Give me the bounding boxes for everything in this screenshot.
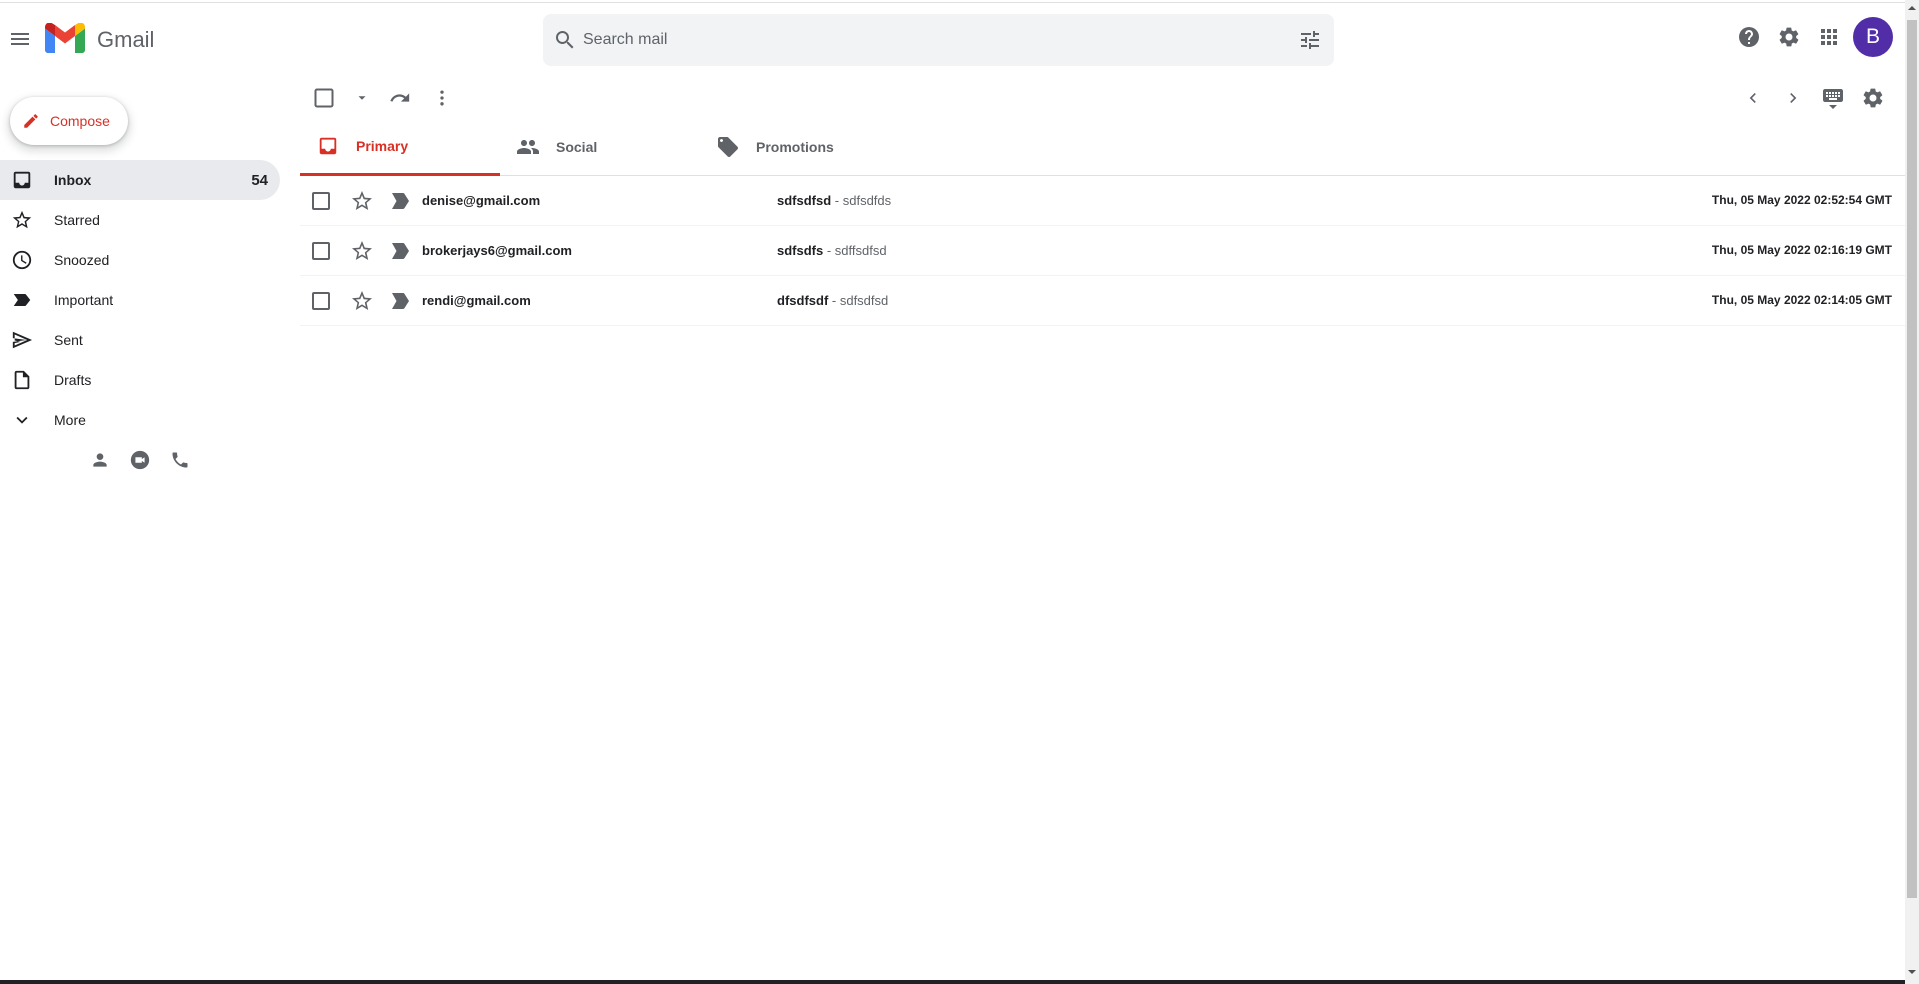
sidebar-item-label: Starred — [54, 212, 100, 228]
settings-gear-icon[interactable] — [1769, 17, 1809, 57]
sidebar-item-drafts[interactable]: Drafts — [0, 360, 280, 400]
email-message: sdfsdfsd - sdfsdfds — [777, 193, 891, 208]
gmail-logo-icon[interactable] — [45, 23, 85, 53]
email-row[interactable]: denise@gmail.com sdfsdfsd - sdfsdfds Thu… — [300, 176, 1905, 226]
email-subject: sdfsdfs — [777, 243, 824, 258]
more-vert-icon[interactable] — [430, 86, 454, 110]
star-icon[interactable] — [350, 289, 374, 313]
email-subject: sdfsdfsd — [777, 193, 832, 208]
label-important-icon — [10, 288, 34, 312]
email-date: Thu, 05 May 2022 02:14:05 GMT — [1711, 293, 1892, 307]
video-call-icon[interactable] — [128, 448, 152, 472]
select-all-checkbox[interactable] — [312, 86, 336, 110]
keyboard-icon[interactable] — [1821, 86, 1845, 110]
next-page-icon[interactable] — [1781, 86, 1805, 110]
row-checkbox[interactable] — [312, 242, 330, 260]
scroll-up-icon[interactable] — [1908, 4, 1916, 12]
email-snippet: sdfsdfds — [842, 193, 892, 208]
star-icon[interactable] — [350, 239, 374, 263]
person-icon[interactable] — [88, 448, 112, 472]
email-separator: - — [831, 193, 843, 208]
star-icon[interactable] — [350, 189, 374, 213]
email-message: dfsdfsdf - sdfsdfsd — [777, 293, 888, 308]
refresh-icon[interactable] — [388, 86, 412, 110]
sidebar-item-sent[interactable]: Sent — [0, 320, 280, 360]
top-bar: Gmail B — [0, 2, 1905, 74]
email-row[interactable]: brokerjays6@gmail.com sdfsdfs - sdffsdfs… — [300, 226, 1905, 276]
compose-button[interactable]: Compose — [10, 97, 128, 145]
hangouts-bar — [88, 448, 192, 472]
search-options-icon[interactable] — [1298, 28, 1322, 52]
tag-icon — [716, 135, 740, 159]
help-icon[interactable] — [1729, 17, 1769, 57]
important-marker-icon[interactable] — [391, 292, 411, 310]
tab-promotions[interactable]: Promotions — [700, 118, 900, 176]
phone-icon[interactable] — [168, 448, 192, 472]
search-icon[interactable] — [553, 28, 577, 52]
email-row[interactable]: rendi@gmail.com dfsdfsdf - sdfsdfsd Thu,… — [300, 276, 1905, 326]
tab-social[interactable]: Social — [500, 118, 700, 176]
sidebar-item-inbox[interactable]: Inbox 54 — [0, 160, 280, 200]
sidebar-item-starred[interactable]: Starred — [0, 200, 280, 240]
app-name: Gmail — [97, 27, 155, 52]
apps-grid-icon[interactable] — [1809, 17, 1849, 57]
email-list: denise@gmail.com sdfsdfsd - sdfsdfds Thu… — [300, 176, 1905, 326]
sidebar-item-label: More — [54, 412, 86, 428]
email-subject: dfsdfsdf — [777, 293, 829, 308]
send-icon — [10, 328, 34, 352]
page-scrollbar[interactable] — [1905, 0, 1919, 984]
prev-page-icon[interactable] — [1741, 86, 1765, 110]
sidebar-item-label: Sent — [54, 332, 83, 348]
sidebar-item-important[interactable]: Important — [0, 280, 280, 320]
email-message: sdfsdfs - sdffsdfsd — [777, 243, 887, 258]
tab-label: Promotions — [756, 139, 834, 155]
sidebar-item-label: Snoozed — [54, 252, 110, 268]
email-snippet: sdfsdfsd — [839, 293, 889, 308]
sidebar-item-label: Drafts — [54, 372, 92, 388]
row-checkbox[interactable] — [312, 292, 330, 310]
chevron-down-icon — [10, 408, 34, 432]
search-bar — [543, 14, 1334, 66]
sidebar-nav: Inbox 54 Starred Snoozed Important Sent … — [0, 160, 280, 440]
compose-label: Compose — [50, 113, 110, 129]
email-date: Thu, 05 May 2022 02:16:19 GMT — [1711, 243, 1892, 257]
unread-count: 54 — [251, 171, 268, 189]
email-date: Thu, 05 May 2022 02:52:54 GMT — [1711, 193, 1892, 207]
email-sender: denise@gmail.com — [422, 193, 541, 208]
sidebar-item-snoozed[interactable]: Snoozed — [0, 240, 280, 280]
inbox-icon — [10, 168, 34, 192]
email-sender: brokerjays6@gmail.com — [422, 243, 572, 258]
pencil-icon — [24, 114, 38, 128]
search-input[interactable] — [583, 20, 1273, 60]
people-icon — [516, 135, 540, 159]
star-icon — [10, 208, 34, 232]
category-tabs: Primary Social Promotions — [300, 118, 1905, 176]
draft-icon — [10, 368, 34, 392]
select-dropdown-icon[interactable] — [350, 86, 374, 110]
main-menu-icon[interactable] — [8, 27, 32, 51]
clock-icon — [10, 248, 34, 272]
account-avatar[interactable]: B — [1853, 17, 1893, 57]
tab-label: Primary — [356, 137, 409, 154]
scrollbar-thumb[interactable] — [1907, 20, 1917, 898]
tab-label: Social — [556, 139, 598, 155]
row-checkbox[interactable] — [312, 192, 330, 210]
account-toolbar: B — [1729, 17, 1893, 57]
important-marker-icon[interactable] — [391, 242, 411, 260]
sidebar-item-label: Inbox — [54, 172, 92, 188]
settings-gear-icon[interactable] — [1861, 86, 1885, 110]
important-marker-icon[interactable] — [391, 192, 411, 210]
tab-primary[interactable]: Primary — [300, 118, 500, 176]
sidebar-item-label: Important — [54, 292, 114, 308]
scroll-down-icon[interactable] — [1908, 968, 1916, 976]
mail-toolbar — [300, 78, 1905, 118]
inbox-icon — [316, 134, 340, 158]
email-separator: - — [823, 243, 835, 258]
email-sender: rendi@gmail.com — [422, 293, 531, 308]
email-snippet: sdffsdfsd — [834, 243, 887, 258]
window-bottom-edge — [0, 980, 1905, 984]
sidebar-item-more[interactable]: More — [0, 400, 280, 440]
email-separator: - — [828, 293, 840, 308]
